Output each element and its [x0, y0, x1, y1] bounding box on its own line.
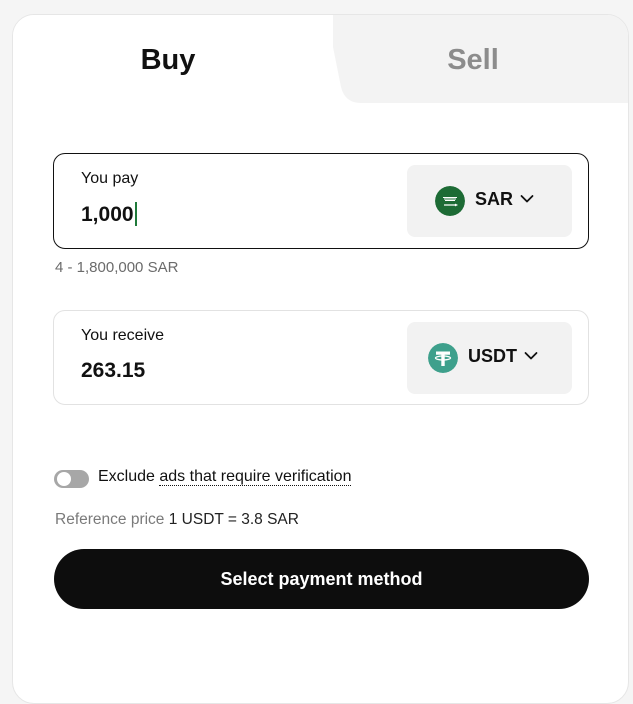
tab-curve-shape [303, 15, 363, 105]
pay-currency-code: SAR [475, 189, 514, 209]
pay-label: You pay [81, 170, 139, 187]
receive-currency-code: USDT [468, 346, 517, 366]
reference-price-value: 1 USDT = 3.8 SAR [168, 511, 299, 528]
receive-label: You receive [81, 327, 165, 344]
chevron-down-icon [524, 352, 538, 360]
select-payment-method-button[interactable]: Select payment method [54, 549, 589, 609]
pay-amount-input[interactable]: 1,000 [81, 202, 137, 227]
tether-icon [428, 343, 458, 373]
trade-card: Buy Sell You pay 1,000 SAR 4 - 1,800,000… [12, 14, 629, 704]
pay-amount-value: 1,000 [81, 203, 134, 226]
tab-buy[interactable]: Buy [73, 40, 263, 80]
pay-range-hint: 4 - 1,800,000 SAR [55, 259, 179, 276]
receive-currency-select[interactable]: USDT [407, 322, 572, 394]
saudi-flag-icon [435, 186, 465, 216]
receive-field[interactable]: You receive 263.15 USDT [53, 310, 589, 405]
verification-info-link[interactable]: ads that require verification [159, 468, 352, 486]
exclude-verification-label: Exclude ads that require verification [98, 468, 352, 486]
toggle-knob [57, 472, 71, 486]
text-caret [134, 202, 137, 226]
exclude-label-prefix: Exclude [98, 468, 160, 485]
pay-currency-select[interactable]: SAR [407, 165, 572, 237]
reference-price-label: Reference price [55, 511, 165, 528]
reference-price: Reference price 1 USDT = 3.8 SAR [55, 511, 299, 529]
chevron-down-icon [520, 195, 534, 203]
receive-amount: 263.15 [81, 359, 146, 382]
exclude-verification-toggle[interactable] [54, 470, 89, 488]
tab-sell[interactable]: Sell [378, 40, 568, 80]
pay-field[interactable]: You pay 1,000 SAR [53, 153, 589, 249]
